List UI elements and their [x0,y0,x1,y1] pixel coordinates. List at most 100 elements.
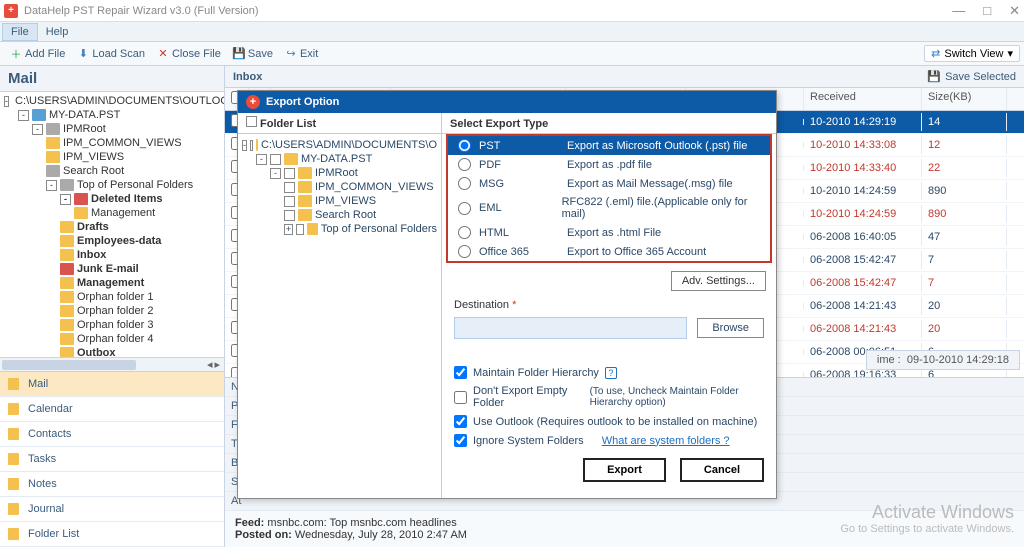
checkbox-icon[interactable] [250,140,253,151]
folder-icon [46,137,60,149]
opt-use-outlook[interactable]: Use Outlook (Requires outlook to be inst… [442,412,776,431]
toggle-icon[interactable]: - [242,140,247,151]
folder-icon [298,195,312,207]
checkbox-icon[interactable] [284,182,295,193]
nav-journal[interactable]: Journal [0,497,224,522]
export-button[interactable]: Export [583,458,666,482]
checkbox-icon[interactable] [270,154,281,165]
dlg-tree-item[interactable]: +Top of Personal Folders [242,222,437,236]
tree-item[interactable]: IPM_COMMON_VIEWS [0,136,224,150]
folder-icon [46,151,60,163]
checkbox-icon[interactable] [246,116,257,127]
adv-settings-button[interactable]: Adv. Settings... [671,271,766,291]
tree-item[interactable]: -C:\USERS\ADMIN\DOCUMENTS\OUTLOOK F [0,94,224,108]
tree-item[interactable]: -Deleted Items [0,192,224,206]
folder-icon [284,153,298,165]
browse-button[interactable]: Browse [697,318,764,338]
menu-file[interactable]: File [2,23,38,41]
help-icon[interactable]: ? [605,367,617,379]
export-type-eml[interactable]: EMLRFC822 (.eml) file.(Applicable only f… [448,193,770,223]
tree-item[interactable]: Junk E-mail [0,262,224,276]
dlg-tree-item[interactable]: -C:\USERS\ADMIN\DOCUMENTS\O [242,138,437,152]
checkbox-icon[interactable] [284,210,295,221]
dlg-tree-item[interactable]: IPM_COMMON_VIEWS [242,180,437,194]
save-selected-button[interactable]: 💾Save Selected [927,70,1016,83]
minimize-icon[interactable]: — [952,3,965,19]
opt-ignore-system[interactable]: Ignore System Folders What are system fo… [442,431,776,450]
folder-icon [60,249,74,261]
tree-item[interactable]: Inbox [0,248,224,262]
dialog-folder-tree[interactable]: -C:\USERS\ADMIN\DOCUMENTS\O-MY-DATA.PST-… [238,134,441,240]
folder-icon [60,291,74,303]
folder-icon [74,193,88,205]
folder-tree[interactable]: -C:\USERS\ADMIN\DOCUMENTS\OUTLOOK F-MY-D… [0,92,224,357]
tree-item[interactable]: Orphan folder 2 [0,304,224,318]
tree-item[interactable]: -Top of Personal Folders [0,178,224,192]
nav-calendar[interactable]: Calendar [0,397,224,422]
toggle-icon[interactable]: - [256,154,267,165]
maximize-icon[interactable]: □ [983,3,991,19]
tree-item[interactable]: -IPMRoot [0,122,224,136]
activate-windows: Activate Windows Go to Settings to activ… [840,502,1014,535]
tree-item[interactable]: -MY-DATA.PST [0,108,224,122]
tree-item[interactable]: Orphan folder 4 [0,332,224,346]
dlg-tree-item[interactable]: Search Root [242,208,437,222]
tree-item[interactable]: Outbox [0,346,224,357]
add-file-button[interactable]: ＋Add File [4,46,71,62]
toggle-icon[interactable]: - [46,180,57,191]
nav-mail[interactable]: Mail [0,372,224,397]
tree-item[interactable]: Search Root [0,164,224,178]
export-type-office-365[interactable]: Office 365Export to Office 365 Account [448,242,770,261]
dlg-tree-item[interactable]: -MY-DATA.PST [242,152,437,166]
switch-view-button[interactable]: ⇄Switch View▾ [924,45,1020,62]
nav-icon [8,402,22,416]
checkbox-icon[interactable] [296,224,305,235]
close-icon[interactable]: ✕ [1009,3,1020,19]
dlg-tree-item[interactable]: -IPMRoot [242,166,437,180]
dlg-tree-item[interactable]: IPM_VIEWS [242,194,437,208]
toggle-icon[interactable]: - [18,110,29,121]
folder-icon [298,167,312,179]
tree-item[interactable]: Management [0,276,224,290]
opt-dont-export-empty[interactable]: Don't Export Empty Folder (To use, Unche… [442,382,776,412]
nav-tasks[interactable]: Tasks [0,447,224,472]
toggle-icon[interactable]: + [284,224,293,235]
cancel-button[interactable]: Cancel [680,458,764,482]
col-received[interactable]: Received [804,88,922,110]
exit-icon: ↪ [285,48,297,60]
toggle-icon[interactable]: - [270,168,281,179]
checkbox-icon[interactable] [284,196,295,207]
export-type-pdf[interactable]: PDFExport as .pdf file [448,155,770,174]
save-button[interactable]: 💾Save [227,46,279,62]
horizontal-scrollbar[interactable]: ◂▸ [0,357,224,371]
export-type-html[interactable]: HTMLExport as .html File [448,223,770,242]
load-scan-button[interactable]: ⬇Load Scan [71,46,151,62]
feed-value: msnbc.com: Top msnbc.com headlines [267,517,456,529]
nav-folder-list[interactable]: Folder List [0,522,224,547]
folder-icon [298,181,312,193]
export-type-pst[interactable]: PSTExport as Microsoft Outlook (.pst) fi… [448,136,770,155]
checkbox-icon[interactable] [284,168,295,179]
folder-icon [60,235,74,247]
tree-item[interactable]: Management [0,206,224,220]
tree-item[interactable]: Orphan folder 3 [0,318,224,332]
close-file-button[interactable]: ✕Close File [151,46,227,62]
tree-item[interactable]: Drafts [0,220,224,234]
col-size[interactable]: Size(KB) [922,88,1007,110]
nav-contacts[interactable]: Contacts [0,422,224,447]
toggle-icon[interactable]: - [4,96,9,107]
nav-notes[interactable]: Notes [0,472,224,497]
toggle-icon[interactable]: - [32,124,43,135]
tree-item[interactable]: Orphan folder 1 [0,290,224,304]
opt-maintain-hierarchy[interactable]: Maintain Folder Hierarchy? [442,363,776,382]
export-type-msg[interactable]: MSGExport as Mail Message(.msg) file [448,174,770,193]
exit-button[interactable]: ↪Exit [279,46,324,62]
system-folders-link[interactable]: What are system folders ? [602,435,730,447]
menu-help[interactable]: Help [38,24,77,40]
dialog-titlebar[interactable]: + Export Option [238,91,776,113]
tree-item[interactable]: IPM_VIEWS [0,150,224,164]
destination-input[interactable] [454,317,687,339]
toggle-icon[interactable]: - [60,194,71,205]
tree-item[interactable]: Employees-data [0,234,224,248]
status-bar: ime : 09-10-2010 14:29:18 [866,350,1020,370]
